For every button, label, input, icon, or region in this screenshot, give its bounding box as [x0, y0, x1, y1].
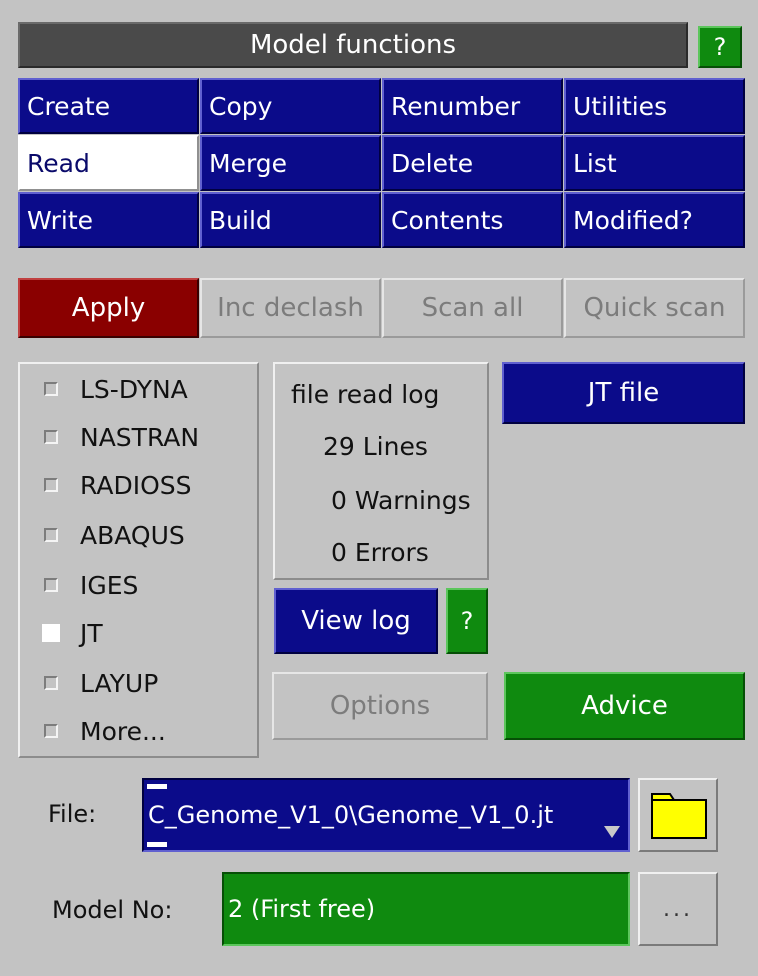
merge-button[interactable]: Merge [200, 135, 381, 191]
copy-button[interactable]: Copy [200, 78, 381, 134]
format-label: IGES [80, 570, 139, 600]
log-lines-count: 29 Lines [323, 432, 428, 461]
read-button[interactable]: Read [18, 135, 199, 191]
checkbox-checked-icon[interactable] [42, 624, 60, 642]
quick-scan-button[interactable]: Quick scan [564, 278, 745, 338]
model-number-input[interactable]: 2 (First free) [222, 872, 630, 946]
format-list: LS-DYNA NASTRAN RADIOSS ABAQUS IGES JT L… [18, 362, 259, 758]
log-help-button[interactable]: ? [446, 588, 488, 654]
checkbox-icon[interactable] [44, 528, 58, 542]
text-cursor-bottom-icon [147, 842, 167, 847]
log-title: file read log [291, 380, 440, 409]
format-ls-dyna[interactable]: LS-DYNA [20, 364, 256, 414]
checkbox-icon[interactable] [44, 478, 58, 492]
format-label: LAYUP [80, 668, 159, 698]
file-path-text: C_Genome_V1_0\Genome_V1_0.jt [148, 801, 554, 829]
create-button[interactable]: Create [18, 78, 199, 134]
jt-file-button[interactable]: JT file [502, 362, 745, 424]
utilities-button[interactable]: Utilities [564, 78, 745, 134]
format-iges[interactable]: IGES [20, 560, 256, 610]
checkbox-icon[interactable] [44, 724, 58, 738]
panel-title: Model functions [18, 22, 688, 68]
format-label: RADIOSS [80, 470, 192, 500]
scan-all-button[interactable]: Scan all [382, 278, 563, 338]
inc-declash-button[interactable]: Inc declash [200, 278, 381, 338]
model-number-label: Model No: [52, 896, 173, 924]
model-select-button[interactable]: ... [638, 872, 718, 946]
advice-button[interactable]: Advice [504, 672, 745, 740]
model-number-value: 2 (First free) [228, 895, 376, 923]
folder-icon [651, 793, 707, 839]
help-button[interactable]: ? [698, 26, 742, 68]
file-path-input[interactable]: C_Genome_V1_0\Genome_V1_0.jt [142, 778, 630, 852]
log-warnings-count: 0 Warnings [331, 486, 471, 515]
write-button[interactable]: Write [18, 192, 199, 248]
format-jt[interactable]: JT [20, 608, 256, 658]
file-label: File: [48, 800, 97, 828]
modified-button[interactable]: Modified? [564, 192, 745, 248]
format-label: More... [80, 716, 166, 746]
log-errors-count: 0 Errors [331, 538, 429, 567]
list-button[interactable]: List [564, 135, 745, 191]
format-label: ABAQUS [80, 520, 185, 550]
format-nastran[interactable]: NASTRAN [20, 412, 256, 462]
dropdown-arrow-icon[interactable] [604, 826, 620, 838]
file-read-log-panel: file read log 29 Lines 0 Warnings 0 Erro… [273, 362, 489, 580]
checkbox-icon[interactable] [44, 430, 58, 444]
function-grid: Create Copy Renumber Utilities Read Merg… [18, 78, 745, 248]
checkbox-icon[interactable] [44, 676, 58, 690]
delete-button[interactable]: Delete [382, 135, 563, 191]
apply-button[interactable]: Apply [18, 278, 199, 338]
renumber-button[interactable]: Renumber [382, 78, 563, 134]
checkbox-icon[interactable] [44, 578, 58, 592]
format-more[interactable]: More... [20, 706, 256, 756]
text-cursor-top-icon [147, 784, 167, 789]
format-radioss[interactable]: RADIOSS [20, 460, 256, 510]
format-layup[interactable]: LAYUP [20, 658, 256, 708]
contents-button[interactable]: Contents [382, 192, 563, 248]
browse-folder-button[interactable] [638, 778, 718, 852]
format-label: JT [80, 618, 103, 648]
format-label: NASTRAN [80, 422, 200, 452]
format-label: LS-DYNA [80, 374, 188, 404]
build-button[interactable]: Build [200, 192, 381, 248]
options-button[interactable]: Options [272, 672, 488, 740]
format-abaqus[interactable]: ABAQUS [20, 510, 256, 560]
view-log-button[interactable]: View log [274, 588, 438, 654]
checkbox-icon[interactable] [44, 382, 58, 396]
